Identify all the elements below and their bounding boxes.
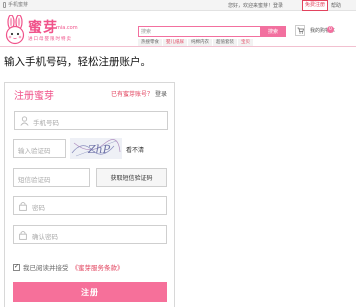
header-divider (0, 46, 356, 47)
captcha-image[interactable]: ZhP (70, 138, 122, 159)
confirm-password-field[interactable]: 确认密码 (13, 225, 167, 244)
register-button[interactable]: 注册 (13, 282, 167, 302)
login-link[interactable]: 登录 (155, 91, 167, 98)
get-sms-code-button[interactable]: 获取短信验证码 (96, 168, 167, 187)
rabbit-mascot-icon (5, 15, 25, 45)
cart-count-badge: 0 (327, 26, 334, 33)
phone-field[interactable]: 手机号码 (14, 111, 168, 130)
mobile-app-label: 手机蜜芽 (8, 2, 29, 8)
cart-button[interactable] (295, 25, 305, 36)
refresh-captcha-link[interactable]: 看不清 (126, 145, 144, 154)
lock-icon (19, 230, 27, 240)
free-register-link[interactable]: 免费注册 (302, 0, 329, 11)
hot-keyword[interactable]: 纯棉内衣 (188, 39, 212, 46)
register-title: 注册蜜芽 (14, 91, 54, 102)
login-prompt: 已有蜜芽账号？ 登录 (111, 89, 167, 98)
hot-keyword[interactable]: 超值套装 (213, 39, 237, 46)
register-panel: 注册蜜芽 已有蜜芽账号？ 登录 手机号码 (4, 82, 175, 307)
hot-keyword[interactable]: 宝贝 (238, 39, 253, 46)
terms-link[interactable]: 《蜜芽服务条款》 (72, 262, 124, 272)
have-account-link[interactable]: 已有蜜芽账号？ (111, 91, 153, 98)
greeting-text[interactable]: 您好，欢迎来蜜芽！登录 (228, 2, 283, 9)
password-placeholder: 密码 (32, 204, 45, 212)
terms-agreement: ✓ 我已阅读并接受 《蜜芽服务条款》 (13, 262, 124, 272)
mobile-app-link[interactable]: 手机蜜芽 (3, 1, 28, 8)
help-link[interactable]: 帮助 (331, 2, 341, 9)
sms-code-input[interactable]: 短信验证码 (13, 168, 90, 187)
site-logo[interactable]: 蜜芽 mia.com 进口母婴限时特卖 (3, 15, 78, 47)
password-field[interactable]: 密码 (13, 196, 167, 215)
captcha-text: ZhP (87, 143, 111, 156)
lock-icon (19, 201, 27, 211)
captcha-placeholder: 输入验证码 (18, 147, 51, 155)
sms-code-placeholder: 短信验证码 (18, 176, 51, 184)
search-input[interactable]: 搜索 (141, 28, 151, 35)
agree-text: 我已阅读并接受 (23, 264, 69, 272)
search-box: 搜索 搜索 (138, 26, 286, 37)
captcha-input[interactable]: 输入验证码 (13, 139, 66, 158)
hot-keyword[interactable]: 婴儿纸尿 (163, 39, 187, 46)
logo-domain: mia.com (56, 25, 78, 31)
logo-slogan: 进口母婴限时特卖 (28, 37, 72, 42)
phone-placeholder: 手机号码 (33, 119, 59, 127)
hot-keyword[interactable]: 热搜零食 (138, 39, 162, 46)
confirm-password-placeholder: 确认密码 (32, 233, 58, 241)
cart-icon (297, 27, 304, 34)
top-bar: 手机蜜芽 您好，欢迎来蜜芽！登录 免费注册 帮助 (0, 0, 356, 11)
search-button[interactable]: 搜索 (260, 26, 286, 37)
phone-icon (3, 1, 6, 8)
page-caption: 输入手机号码，轻松注册账户。 (4, 56, 151, 68)
logo-name: 蜜芽 (28, 20, 58, 36)
agree-checkbox[interactable]: ✓ (13, 263, 20, 271)
user-icon (20, 116, 29, 126)
hot-keywords: 热搜零食 婴儿纸尿 纯棉内衣 超值套装 宝贝 (138, 39, 253, 46)
